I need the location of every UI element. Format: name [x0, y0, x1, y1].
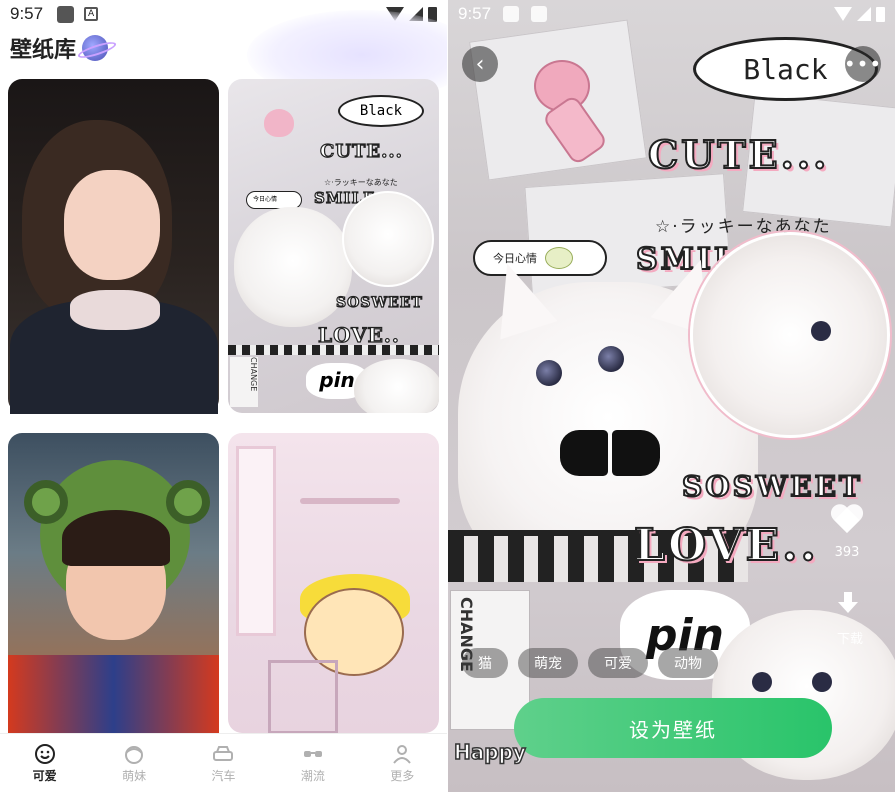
girl-face-icon	[123, 743, 145, 765]
bottom-nav: 可爱 萌妹 汽车 潮流 更多	[0, 733, 447, 792]
nav-label-more: 更多	[390, 768, 415, 783]
a-badge-icon: A	[84, 7, 99, 21]
nav-item-car[interactable]: 汽车	[193, 743, 253, 784]
cute-text: CUTE...	[647, 131, 830, 178]
tag-pet[interactable]: 萌宠	[518, 648, 578, 678]
more-dots-icon: •••	[843, 52, 883, 76]
basket-strip	[228, 345, 439, 355]
room-shelf	[300, 498, 400, 504]
notification-icon	[503, 6, 520, 22]
kid-hair-shape	[62, 510, 170, 566]
page-header: 壁纸库	[10, 32, 109, 64]
frog-eye-left	[24, 480, 68, 524]
wallpaper-card-cat-collage[interactable]: Black CUTE... ☆·ラッキーなあなた SMILE... 今日心情 S…	[228, 79, 439, 413]
person-icon	[391, 743, 413, 765]
kid-sweater-shape	[8, 655, 219, 735]
notification-icon	[57, 5, 75, 23]
gallery-screen: 9:57 A 壁纸库 Black CUTE... ☆·ラッキーなあなた SMIL…	[0, 0, 447, 792]
cat-eye-left	[536, 360, 562, 386]
room-window	[236, 446, 276, 636]
tag-cute[interactable]: 可爱	[588, 648, 648, 678]
car-icon	[212, 743, 234, 765]
nav-label-girl: 萌妹	[122, 768, 147, 783]
sosweet-text: SOSWEET	[681, 469, 863, 504]
nav-label-trend: 潮流	[300, 768, 325, 783]
love-text: LOVE..	[317, 322, 400, 347]
more-button[interactable]: •••	[843, 46, 883, 82]
happy-text: Happy	[453, 739, 526, 765]
girl-face-shape	[64, 170, 160, 280]
sosweet-text: SOSWEET	[335, 294, 423, 311]
jp-text: ☆·ラッキーなあなた	[324, 178, 398, 187]
set-wallpaper-button[interactable]: 设为壁纸	[514, 698, 832, 758]
nav-item-more[interactable]: 更多	[372, 743, 432, 784]
cute-text: CUTE...	[319, 140, 403, 162]
frog-eye-right	[166, 480, 210, 524]
nav-label-cute: 可爱	[32, 768, 57, 783]
wifi-icon	[834, 7, 852, 21]
circle-cat-eye	[811, 321, 831, 341]
signal-icon	[857, 7, 871, 21]
cat-eye-right	[598, 346, 624, 372]
like-count: 393	[834, 545, 860, 560]
glasses-icon	[302, 743, 324, 765]
battery-icon	[876, 6, 885, 22]
chevron-left-icon: ‹	[475, 51, 485, 77]
black-bow	[560, 430, 660, 480]
page-title: 壁纸库	[10, 38, 77, 63]
detail-status-icons	[834, 6, 885, 22]
download-label[interactable]: 下载	[830, 628, 870, 647]
circle-cat-image	[690, 232, 890, 438]
smile-face-icon	[34, 743, 56, 765]
tag-list: 猫 萌宠 可爱 动物	[462, 648, 718, 678]
detail-status-time: 9:57	[458, 4, 492, 23]
girl-collar-shape	[70, 290, 160, 330]
screen: 9:57 A 壁纸库 Black CUTE... ☆·ラッキーなあなた SMIL…	[0, 0, 895, 792]
nav-item-cute[interactable]: 可爱	[15, 743, 75, 784]
small-cat-image	[354, 359, 439, 413]
nav-item-girl[interactable]: 萌妹	[104, 743, 164, 784]
nav-label-car: 汽车	[211, 768, 236, 783]
bunny-icon	[545, 247, 573, 269]
tag-cat[interactable]: 猫	[462, 648, 508, 678]
small-cat-eye	[812, 672, 832, 692]
nav-item-trend[interactable]: 潮流	[283, 743, 343, 784]
back-button[interactable]: ‹	[462, 46, 498, 82]
pushpin-icon	[264, 109, 294, 137]
tag-animal[interactable]: 动物	[658, 648, 718, 678]
image-icon	[531, 6, 548, 22]
black-bubble: Black	[338, 95, 424, 127]
small-cat-eye	[752, 672, 772, 692]
status-time: 9:57	[10, 4, 44, 23]
detail-status-bar: 9:57	[448, 0, 895, 28]
download-icon[interactable]	[836, 592, 860, 616]
change-strip: CHANGE	[230, 357, 258, 407]
like-heart-icon[interactable]	[830, 505, 864, 537]
love-text: LOVE..	[633, 519, 819, 572]
cat-image	[234, 207, 352, 327]
cat-circle-image	[342, 191, 434, 287]
easel-shape	[268, 660, 338, 734]
planet-icon	[82, 35, 109, 61]
